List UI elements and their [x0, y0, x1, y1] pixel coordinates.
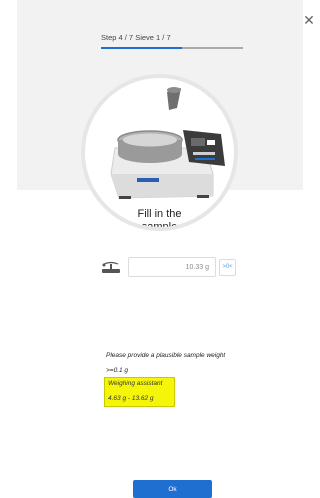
progress-bar — [101, 47, 243, 49]
instruction-line-2: sample — [141, 221, 178, 231]
tare-button[interactable]: >0< — [219, 259, 236, 276]
weighing-assistant-title: Weighing assistant — [108, 380, 163, 387]
scale-icon — [102, 261, 120, 273]
weighing-assistant-range: 4.63 g - 13.62 g — [108, 395, 154, 402]
sieve-shaker-illustration — [110, 87, 225, 199]
validation-message: Please provide a plausible sample weight — [106, 352, 226, 359]
close-icon[interactable]: ✕ — [302, 14, 316, 28]
weighing-assistant-box: Weighing assistant 4.63 g - 13.62 g — [104, 377, 175, 407]
sample-weight-input[interactable] — [128, 257, 216, 277]
step-label: Step 4 / 7 Sieve 1 / 7 — [101, 33, 171, 42]
ok-button[interactable]: Ok — [133, 480, 212, 498]
instruction-line-1: Fill in the — [137, 208, 182, 220]
instruction-text: Fill in the sample — [85, 208, 234, 231]
minimum-weight-text: >=0.1 g — [106, 367, 129, 374]
progress-bar-fill — [101, 47, 182, 49]
instruction-card: Fill in the sample — [81, 74, 238, 231]
